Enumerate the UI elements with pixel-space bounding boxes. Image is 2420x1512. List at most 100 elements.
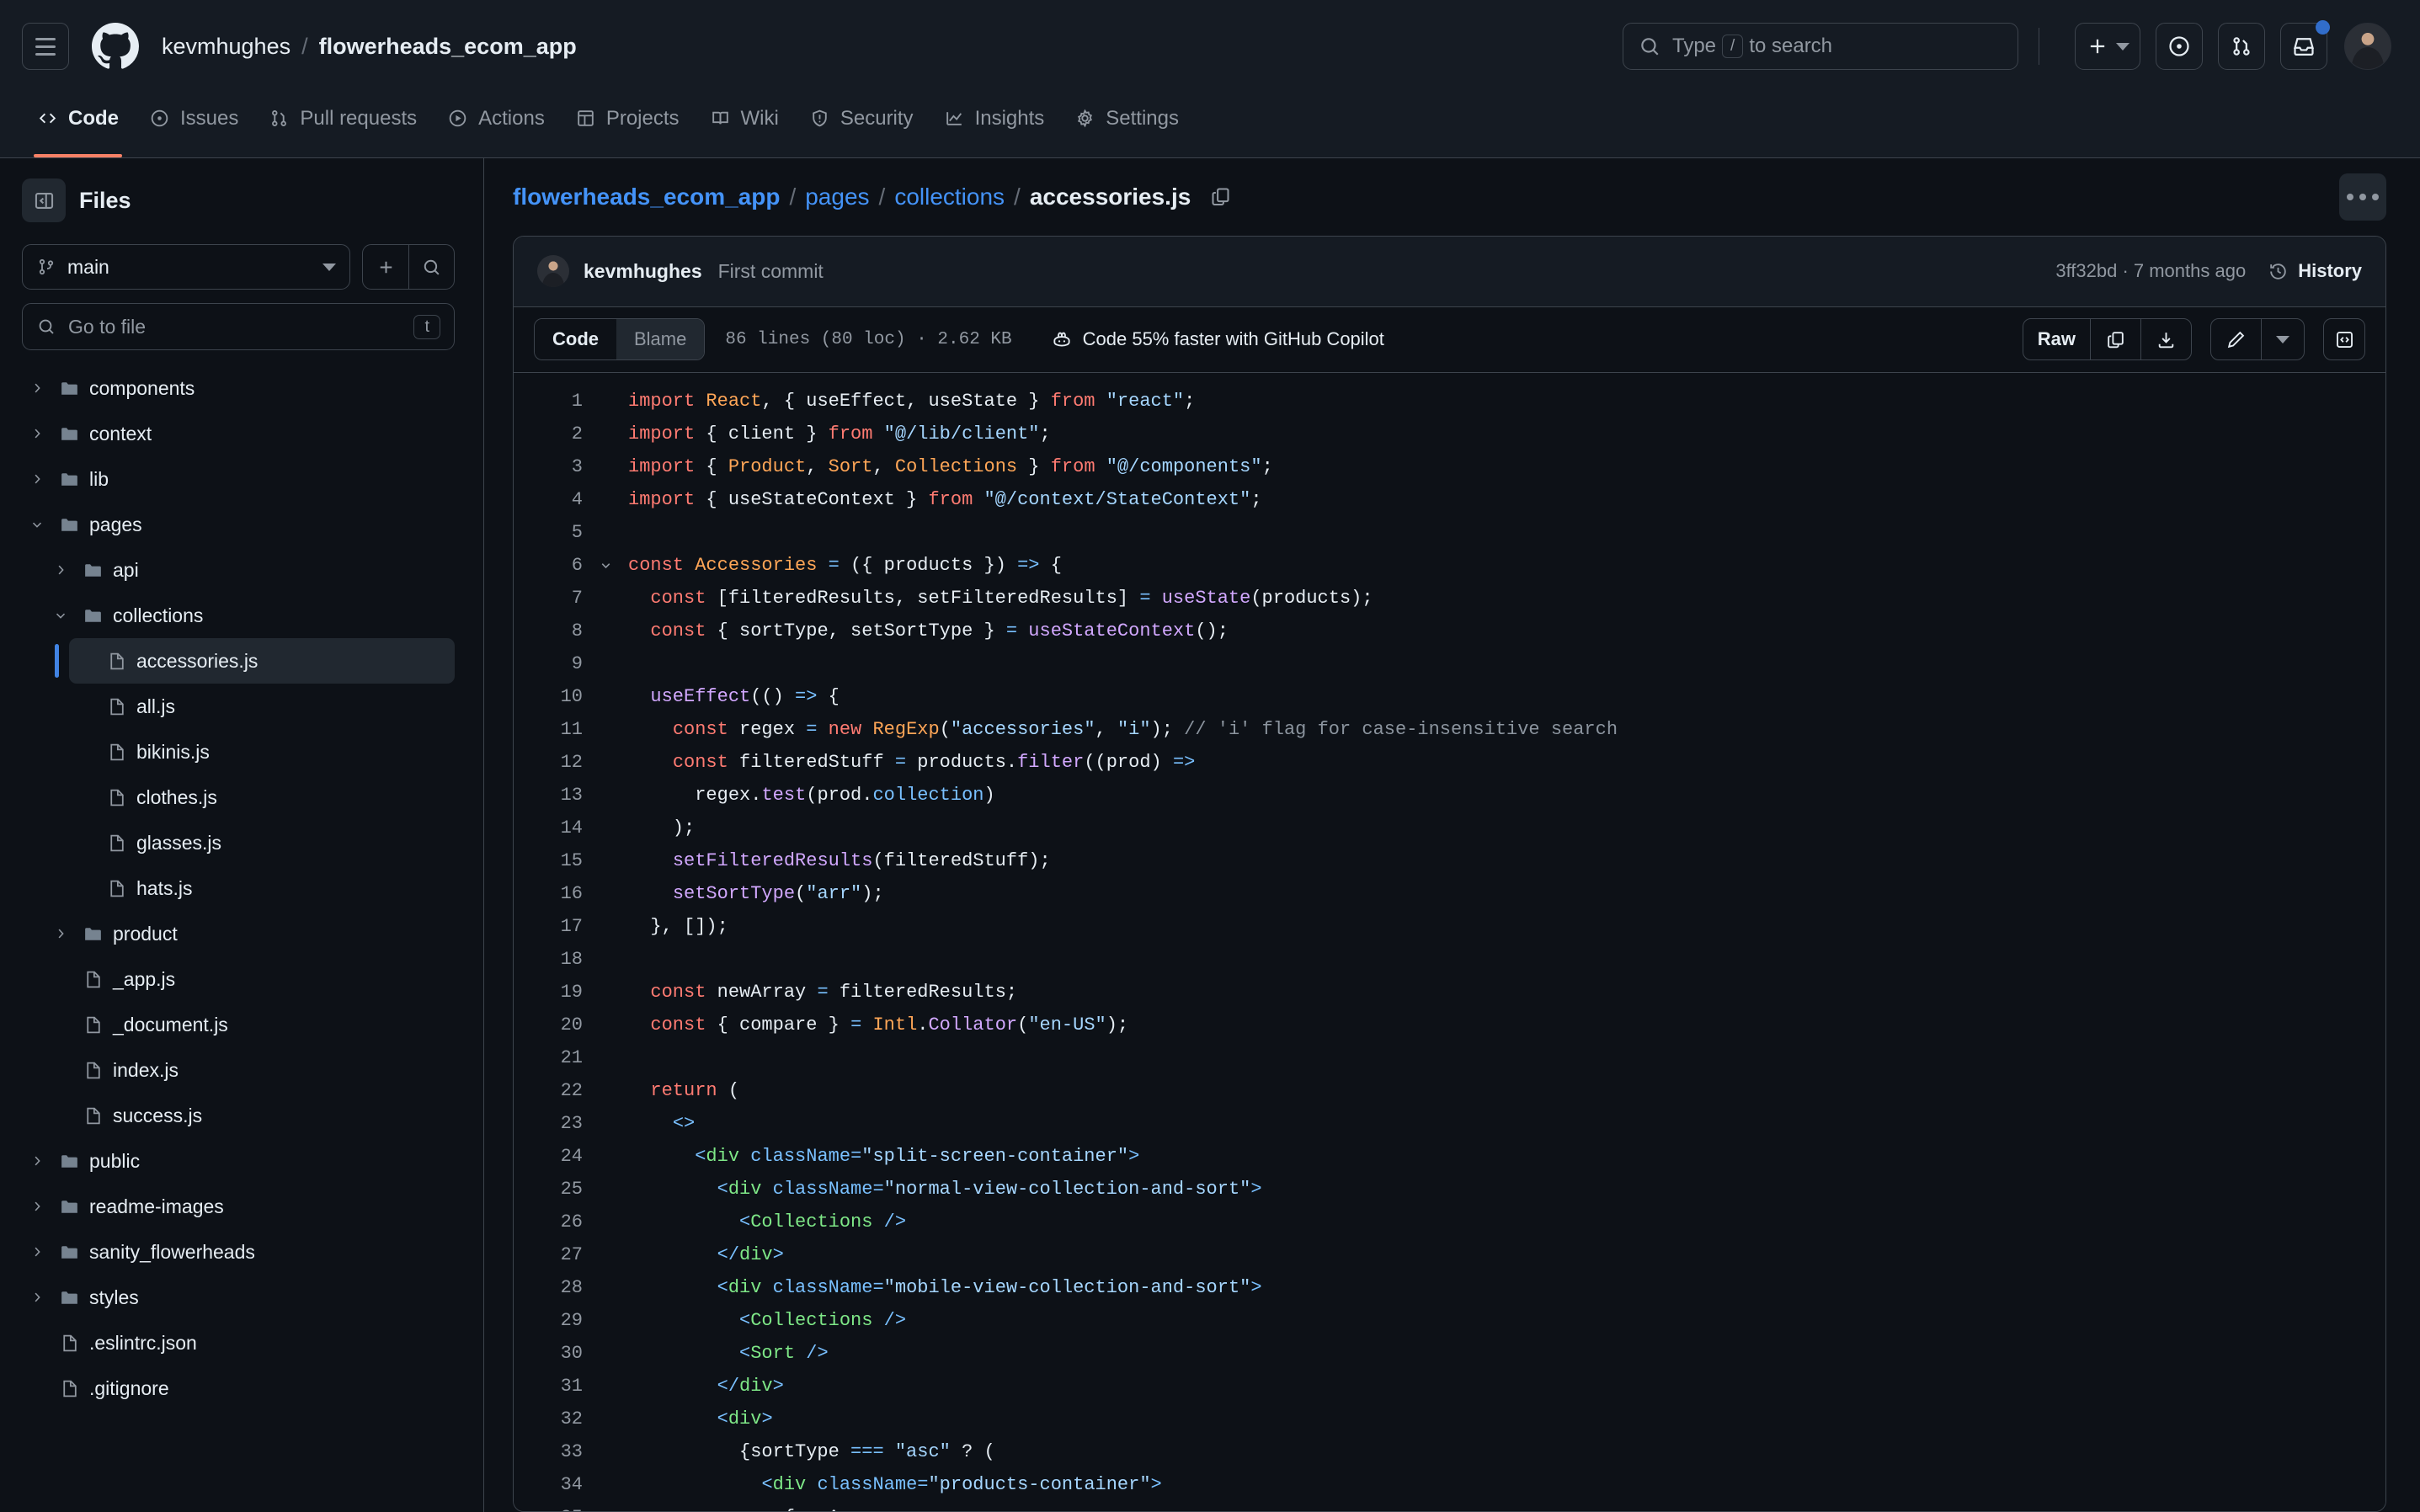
chevron-right-icon[interactable]: [45, 926, 76, 941]
sidebar-collapse-icon[interactable]: [22, 178, 66, 222]
repo-name-link[interactable]: flowerheads_ecom_app: [319, 34, 577, 60]
tree-folder-item[interactable]: components: [22, 365, 455, 411]
line-number[interactable]: 22: [514, 1080, 591, 1101]
download-raw-file-button[interactable]: [2140, 319, 2191, 360]
commit-author-name[interactable]: kevmhughes: [584, 260, 702, 283]
line-number[interactable]: 6: [514, 555, 591, 576]
breadcrumb-collections[interactable]: collections: [894, 184, 1005, 210]
tab-settings[interactable]: Settings: [1059, 93, 1194, 157]
line-number[interactable]: 16: [514, 883, 591, 904]
pull-requests-button[interactable]: [2218, 23, 2265, 70]
repo-owner-link[interactable]: kevmhughes: [162, 34, 291, 60]
raw-button[interactable]: Raw: [2023, 319, 2090, 359]
line-number[interactable]: 3: [514, 456, 591, 477]
line-number[interactable]: 1: [514, 391, 591, 412]
line-number[interactable]: 15: [514, 850, 591, 871]
line-number[interactable]: 30: [514, 1343, 591, 1364]
go-to-file-input[interactable]: Go to file t: [22, 303, 455, 350]
line-number[interactable]: 5: [514, 522, 591, 543]
line-number[interactable]: 31: [514, 1376, 591, 1397]
create-new-button[interactable]: [2075, 23, 2140, 70]
branch-selector[interactable]: main: [22, 244, 350, 290]
line-number[interactable]: 13: [514, 785, 591, 806]
line-number[interactable]: 28: [514, 1277, 591, 1298]
line-number[interactable]: 9: [514, 653, 591, 674]
add-file-button[interactable]: [363, 245, 408, 289]
line-number[interactable]: 33: [514, 1441, 591, 1462]
tree-folder-item[interactable]: public: [22, 1138, 455, 1184]
chevron-right-icon[interactable]: [22, 426, 52, 441]
line-number[interactable]: 14: [514, 817, 591, 839]
line-number[interactable]: 35: [514, 1507, 591, 1511]
line-number[interactable]: 23: [514, 1113, 591, 1134]
commit-sha-and-time[interactable]: 3ff32bd · 7 months ago: [2055, 260, 2246, 282]
commit-author-avatar[interactable]: [537, 255, 569, 288]
line-number[interactable]: 19: [514, 982, 591, 1003]
tree-file-item[interactable]: all.js: [69, 684, 455, 729]
line-number[interactable]: 24: [514, 1146, 591, 1167]
tree-folder-item[interactable]: context: [22, 411, 455, 456]
breadcrumb-repo[interactable]: flowerheads_ecom_app: [513, 184, 780, 210]
tab-code[interactable]: Code: [22, 93, 134, 157]
line-number[interactable]: 18: [514, 949, 591, 970]
tab-pull-requests[interactable]: Pull requests: [253, 93, 432, 157]
tree-file-item[interactable]: _document.js: [45, 1002, 455, 1047]
line-number[interactable]: 26: [514, 1211, 591, 1232]
tab-issues[interactable]: Issues: [134, 93, 253, 157]
github-logo-icon[interactable]: [91, 22, 140, 71]
line-number[interactable]: 10: [514, 686, 591, 707]
chevron-right-icon[interactable]: [22, 1199, 52, 1214]
tree-folder-item[interactable]: lib: [22, 456, 455, 502]
tree-folder-item[interactable]: api: [45, 547, 455, 593]
chevron-right-icon[interactable]: [45, 562, 76, 578]
tree-folder-item[interactable]: product: [45, 911, 455, 956]
line-number[interactable]: 8: [514, 620, 591, 642]
code-fold-chevron-down-icon[interactable]: [591, 558, 620, 572]
tree-file-item[interactable]: _app.js: [45, 956, 455, 1002]
line-number[interactable]: 29: [514, 1310, 591, 1331]
chevron-right-icon[interactable]: [22, 1153, 52, 1169]
tree-folder-item[interactable]: styles: [22, 1275, 455, 1320]
line-number[interactable]: 21: [514, 1047, 591, 1068]
line-number[interactable]: 4: [514, 489, 591, 510]
tree-folder-item[interactable]: pages: [22, 502, 455, 547]
line-number[interactable]: 27: [514, 1244, 591, 1265]
tab-insights[interactable]: Insights: [929, 93, 1060, 157]
line-number[interactable]: 7: [514, 588, 591, 609]
breadcrumb-pages[interactable]: pages: [805, 184, 869, 210]
code-content[interactable]: 1 import React, { useEffect, useState } f…: [514, 372, 2385, 1511]
tree-file-item[interactable]: success.js: [45, 1093, 455, 1138]
hamburger-icon[interactable]: [22, 23, 69, 70]
edit-options-button[interactable]: [2261, 319, 2304, 360]
line-number[interactable]: 12: [514, 752, 591, 773]
tree-file-item[interactable]: bikinis.js: [69, 729, 455, 775]
tree-file-item[interactable]: .eslintrc.json: [22, 1320, 455, 1366]
copilot-promo-link[interactable]: Code 55% faster with GitHub Copilot: [1051, 328, 1384, 350]
chevron-right-icon[interactable]: [22, 1290, 52, 1305]
chevron-right-icon[interactable]: [22, 381, 52, 396]
tab-wiki[interactable]: Wiki: [695, 93, 794, 157]
kebab-menu-icon[interactable]: [2339, 173, 2386, 221]
notifications-button[interactable]: [2280, 20, 2330, 70]
tree-file-item[interactable]: glasses.js: [69, 820, 455, 865]
line-number[interactable]: 25: [514, 1179, 591, 1200]
chevron-right-icon[interactable]: [22, 471, 52, 487]
symbols-panel-button[interactable]: [2323, 318, 2365, 361]
line-number[interactable]: 32: [514, 1408, 591, 1429]
search-files-button[interactable]: [408, 245, 454, 289]
issues-button[interactable]: [2156, 23, 2203, 70]
tab-projects[interactable]: Projects: [560, 93, 695, 157]
copy-path-icon[interactable]: [1206, 183, 1234, 211]
tab-blame-view[interactable]: Blame: [616, 319, 705, 360]
history-button[interactable]: History: [2268, 260, 2362, 282]
tab-security[interactable]: Security: [794, 93, 929, 157]
tree-folder-item[interactable]: collections: [45, 593, 455, 638]
tree-file-item[interactable]: hats.js: [69, 865, 455, 911]
line-number[interactable]: 17: [514, 916, 591, 937]
tree-file-item[interactable]: index.js: [45, 1047, 455, 1093]
tree-folder-item[interactable]: sanity_flowerheads: [22, 1229, 455, 1275]
line-number[interactable]: 2: [514, 423, 591, 445]
tab-actions[interactable]: Actions: [432, 93, 560, 157]
tree-file-item[interactable]: .gitignore: [22, 1366, 455, 1411]
line-number[interactable]: 34: [514, 1474, 591, 1495]
